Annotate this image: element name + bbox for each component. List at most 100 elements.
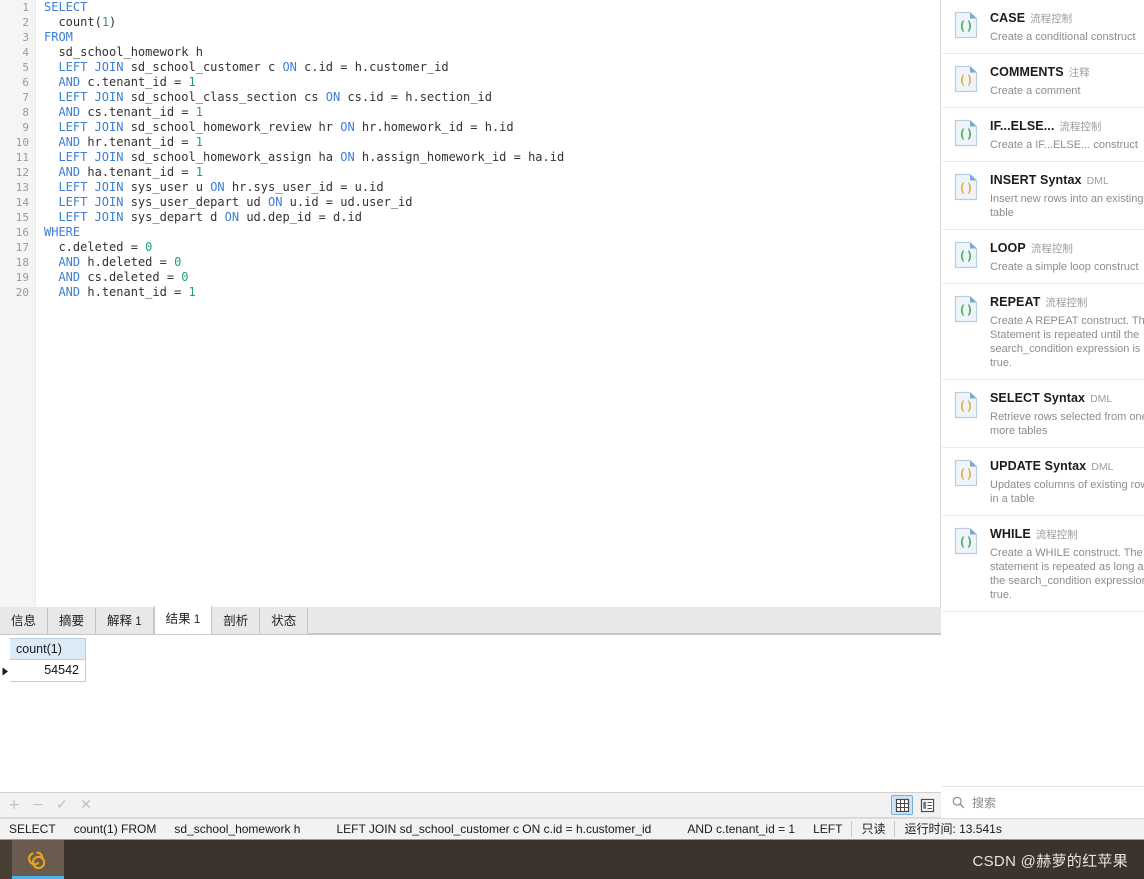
snippet-item-5[interactable]: () REPEAT 流程控制 Create A REPEAT construct. T… <box>942 284 1144 380</box>
snippet-body: COMMENTS 注释 Create a comment <box>990 63 1144 98</box>
result-tab-strip[interactable]: 信息 摘要 解释 1 结果 1 剖析 状态 <box>0 606 941 635</box>
snippet-item-2[interactable]: () IF...ELSE... 流程控制 Create a IF...ELSE... … <box>942 108 1144 162</box>
sql-line[interactable]: WHERE <box>44 225 940 240</box>
snippet-description: Retrieve rows selected from one or more … <box>990 411 1144 437</box>
sql-line[interactable]: AND cs.deleted = 0 <box>44 270 940 285</box>
snippet-title: IF...ELSE... <box>990 119 1055 133</box>
sql-token: sd_school_customer c <box>123 60 283 74</box>
sql-token: AND <box>58 165 81 179</box>
sql-line[interactable]: LEFT JOIN sd_school_customer c ON c.id =… <box>44 60 940 75</box>
line-number: 10 <box>15 136 29 149</box>
sql-line[interactable]: count(1) <box>44 15 940 30</box>
snippet-search-placeholder[interactable]: 搜索 <box>972 794 996 811</box>
snippet-item-8[interactable]: () WHILE 流程控制 Create a WHILE construct. The… <box>942 516 1144 612</box>
status-segment-0: SELECT <box>9 821 56 836</box>
sql-line[interactable]: sd_school_homework h <box>44 45 940 60</box>
taskbar-start-area[interactable] <box>0 840 12 879</box>
snippet-category: DML <box>1090 393 1113 405</box>
sql-line[interactable]: LEFT JOIN sys_user u ON hr.sys_user_id =… <box>44 180 940 195</box>
snippet-description: Insert new rows into an existing table <box>990 193 1144 219</box>
taskbar-item-navicat[interactable] <box>12 840 64 879</box>
snippet-list[interactable]: () CASE 流程控制 Create a conditional construct… <box>942 0 1144 612</box>
svg-text:(): () <box>959 181 973 195</box>
svg-text:(): () <box>959 303 973 317</box>
sql-token: c.tenant_id = <box>80 75 189 89</box>
snippet-item-7[interactable]: () UPDATE Syntax DML Updates columns of exi… <box>942 448 1144 516</box>
snippet-title: UPDATE Syntax <box>990 459 1087 473</box>
sql-line[interactable]: LEFT JOIN sd_school_homework_assign ha O… <box>44 150 940 165</box>
result-tab-1[interactable]: 摘要 <box>48 608 97 634</box>
sql-token: LEFT JOIN <box>58 150 124 164</box>
result-grid-pane[interactable]: count(1) 54542 <box>0 635 941 793</box>
snippet-body: UPDATE Syntax DML Updates columns of exist… <box>990 457 1144 506</box>
sql-line[interactable]: AND c.tenant_id = 1 <box>44 75 940 90</box>
sql-line[interactable]: AND hr.tenant_id = 1 <box>44 135 940 150</box>
result-tab-0[interactable]: 信息 <box>0 608 49 634</box>
sql-token: sd_school_homework_assign ha <box>123 150 341 164</box>
sql-token: FROM <box>44 30 73 44</box>
sql-token: 0 <box>145 240 153 254</box>
snippet-title-row: IF...ELSE... 流程控制 <box>990 117 1144 135</box>
sql-token: 0 <box>174 255 182 269</box>
sql-code-lines[interactable]: SELECT count(1) FROM sd_school_homework h… <box>44 0 940 300</box>
sql-line[interactable]: AND h.deleted = 0 <box>44 255 940 270</box>
status-segment-5: LEFT <box>813 821 843 836</box>
result-tab-4[interactable]: 剖析 <box>212 608 261 634</box>
form-view-button[interactable] <box>916 795 938 815</box>
snippet-item-3[interactable]: () INSERT Syntax DML Insert new rows into a… <box>942 162 1144 230</box>
grid-view-button[interactable] <box>891 795 913 815</box>
snippet-item-1[interactable]: () COMMENTS 注释 Create a comment <box>942 54 1144 108</box>
sql-token: 1 <box>188 285 196 299</box>
delete-record-button[interactable]: − <box>28 795 48 815</box>
line-number: 9 <box>22 121 29 134</box>
sql-line[interactable]: AND cs.tenant_id = 1 <box>44 105 940 120</box>
sql-line[interactable]: AND h.tenant_id = 1 <box>44 285 940 300</box>
sql-line[interactable]: LEFT JOIN sys_user_depart ud ON u.id = u… <box>44 195 940 210</box>
cancel-change-button[interactable]: ✕ <box>76 795 96 815</box>
record-toolbar[interactable]: + − ✓ ✕ <box>0 793 941 818</box>
search-icon <box>952 796 965 809</box>
sql-line[interactable]: AND ha.tenant_id = 1 <box>44 165 940 180</box>
snippet-title-row: REPEAT 流程控制 <box>990 293 1144 311</box>
windows-taskbar[interactable]: CSDN @赫萝的红苹果 <box>0 840 1144 879</box>
sql-line[interactable]: c.deleted = 0 <box>44 240 940 255</box>
sql-token: sys_depart d <box>123 210 225 224</box>
sql-token: cs.tenant_id = <box>80 105 196 119</box>
snippet-item-4[interactable]: () LOOP 流程控制 Create a simple loop construct <box>942 230 1144 284</box>
result-tab-3[interactable]: 结果 1 <box>153 606 213 634</box>
add-record-button[interactable]: + <box>4 795 24 815</box>
snippet-category: DML <box>1091 461 1114 473</box>
sql-line[interactable]: LEFT JOIN sd_school_class_section cs ON … <box>44 90 940 105</box>
sql-line[interactable]: SELECT <box>44 0 940 15</box>
snippet-description: Create a IF...ELSE... construct <box>990 139 1138 151</box>
sql-token: ha.tenant_id = <box>80 165 196 179</box>
result-tab-label: 结果 <box>165 612 191 626</box>
snippet-category: 流程控制 <box>1030 13 1073 25</box>
grid-column-header[interactable]: count(1) <box>10 638 86 660</box>
snippet-item-6[interactable]: () SELECT Syntax DML Retrieve rows selected… <box>942 380 1144 448</box>
snippet-item-0[interactable]: () CASE 流程控制 Create a conditional construct <box>942 0 1144 54</box>
result-tab-label: 摘要 <box>59 614 85 628</box>
sql-token: LEFT JOIN <box>58 195 124 209</box>
sql-token: h.tenant_id = <box>80 285 189 299</box>
sql-token: 1 <box>188 75 196 89</box>
sql-line[interactable]: FROM <box>44 30 940 45</box>
result-tab-5[interactable]: 状态 <box>260 608 309 634</box>
sql-line[interactable]: LEFT JOIN sd_school_homework_review hr O… <box>44 120 940 135</box>
sql-line[interactable]: LEFT JOIN sys_depart d ON ud.dep_id = d.… <box>44 210 940 225</box>
sql-token: hr.sys_user_id = u.id <box>224 180 384 194</box>
sql-editor-pane[interactable]: 1 2 3 4 5 6 7 8 9 10 11 12 13 14 15 16 17 18 19 20 SELECT c… <box>0 0 941 607</box>
snippet-body: INSERT Syntax DML Insert new rows into an … <box>990 171 1144 220</box>
snippet-description: Updates columns of existing rows in a ta… <box>990 479 1144 505</box>
snippet-document-icon: () <box>954 9 982 44</box>
snippet-category: 流程控制 <box>1045 297 1088 309</box>
svg-text:(): () <box>959 19 973 33</box>
grid-cell[interactable]: 54542 <box>10 660 86 682</box>
result-tab-2[interactable]: 解释 1 <box>96 608 154 634</box>
sql-code-area[interactable]: 1 2 3 4 5 6 7 8 9 10 11 12 13 14 15 16 17 18 19 20 SELECT c… <box>0 0 940 607</box>
snippet-search-bar[interactable]: 搜索 <box>942 786 1144 818</box>
apply-change-button[interactable]: ✓ <box>52 795 72 815</box>
snippet-sidebar[interactable]: () CASE 流程控制 Create a conditional construct… <box>942 0 1144 786</box>
snippet-title: SELECT Syntax <box>990 391 1086 405</box>
snippet-body: REPEAT 流程控制 Create A REPEAT construct. The… <box>990 293 1144 370</box>
